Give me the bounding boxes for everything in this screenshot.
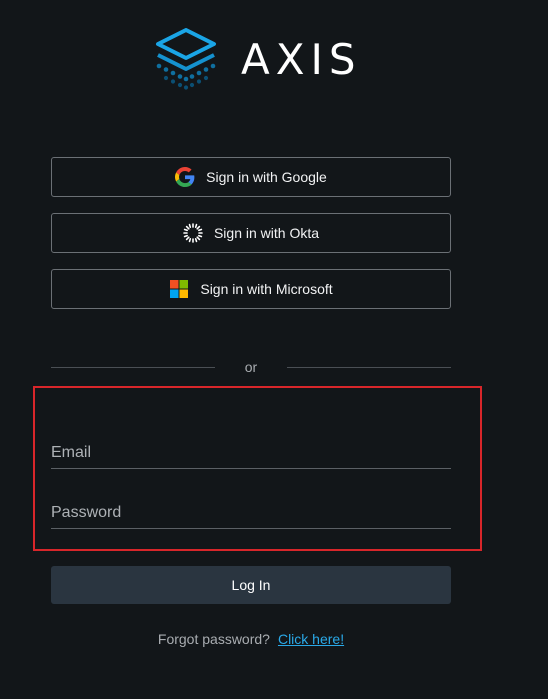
brand-name: AXIS bbox=[241, 35, 362, 84]
microsoft-icon bbox=[169, 279, 189, 299]
forgot-password-link[interactable]: Click here! bbox=[278, 631, 344, 647]
login-button[interactable]: Log In bbox=[51, 566, 451, 604]
axis-layers-icon bbox=[156, 28, 216, 90]
password-field-wrapper bbox=[51, 498, 451, 529]
login-page: AXIS Sign in with Google Sign in with Ok… bbox=[0, 0, 548, 699]
forgot-password-row: Forgot password? Click here! bbox=[0, 631, 502, 647]
okta-signin-button[interactable]: Sign in with Okta bbox=[51, 213, 451, 253]
google-signin-button[interactable]: Sign in with Google bbox=[51, 157, 451, 197]
microsoft-signin-button[interactable]: Sign in with Microsoft bbox=[51, 269, 451, 309]
google-signin-label: Sign in with Google bbox=[206, 169, 327, 185]
email-input[interactable] bbox=[51, 438, 451, 468]
okta-icon bbox=[183, 223, 203, 243]
okta-signin-label: Sign in with Okta bbox=[213, 225, 320, 241]
password-input[interactable] bbox=[51, 498, 451, 528]
email-field-wrapper bbox=[51, 438, 451, 469]
microsoft-signin-label: Sign in with Microsoft bbox=[200, 281, 333, 297]
forgot-password-text: Forgot password? bbox=[157, 631, 270, 647]
google-icon bbox=[175, 167, 195, 187]
or-divider: or bbox=[51, 359, 451, 375]
axis-logo: AXIS bbox=[155, 28, 362, 92]
divider-line-right bbox=[287, 367, 451, 368]
